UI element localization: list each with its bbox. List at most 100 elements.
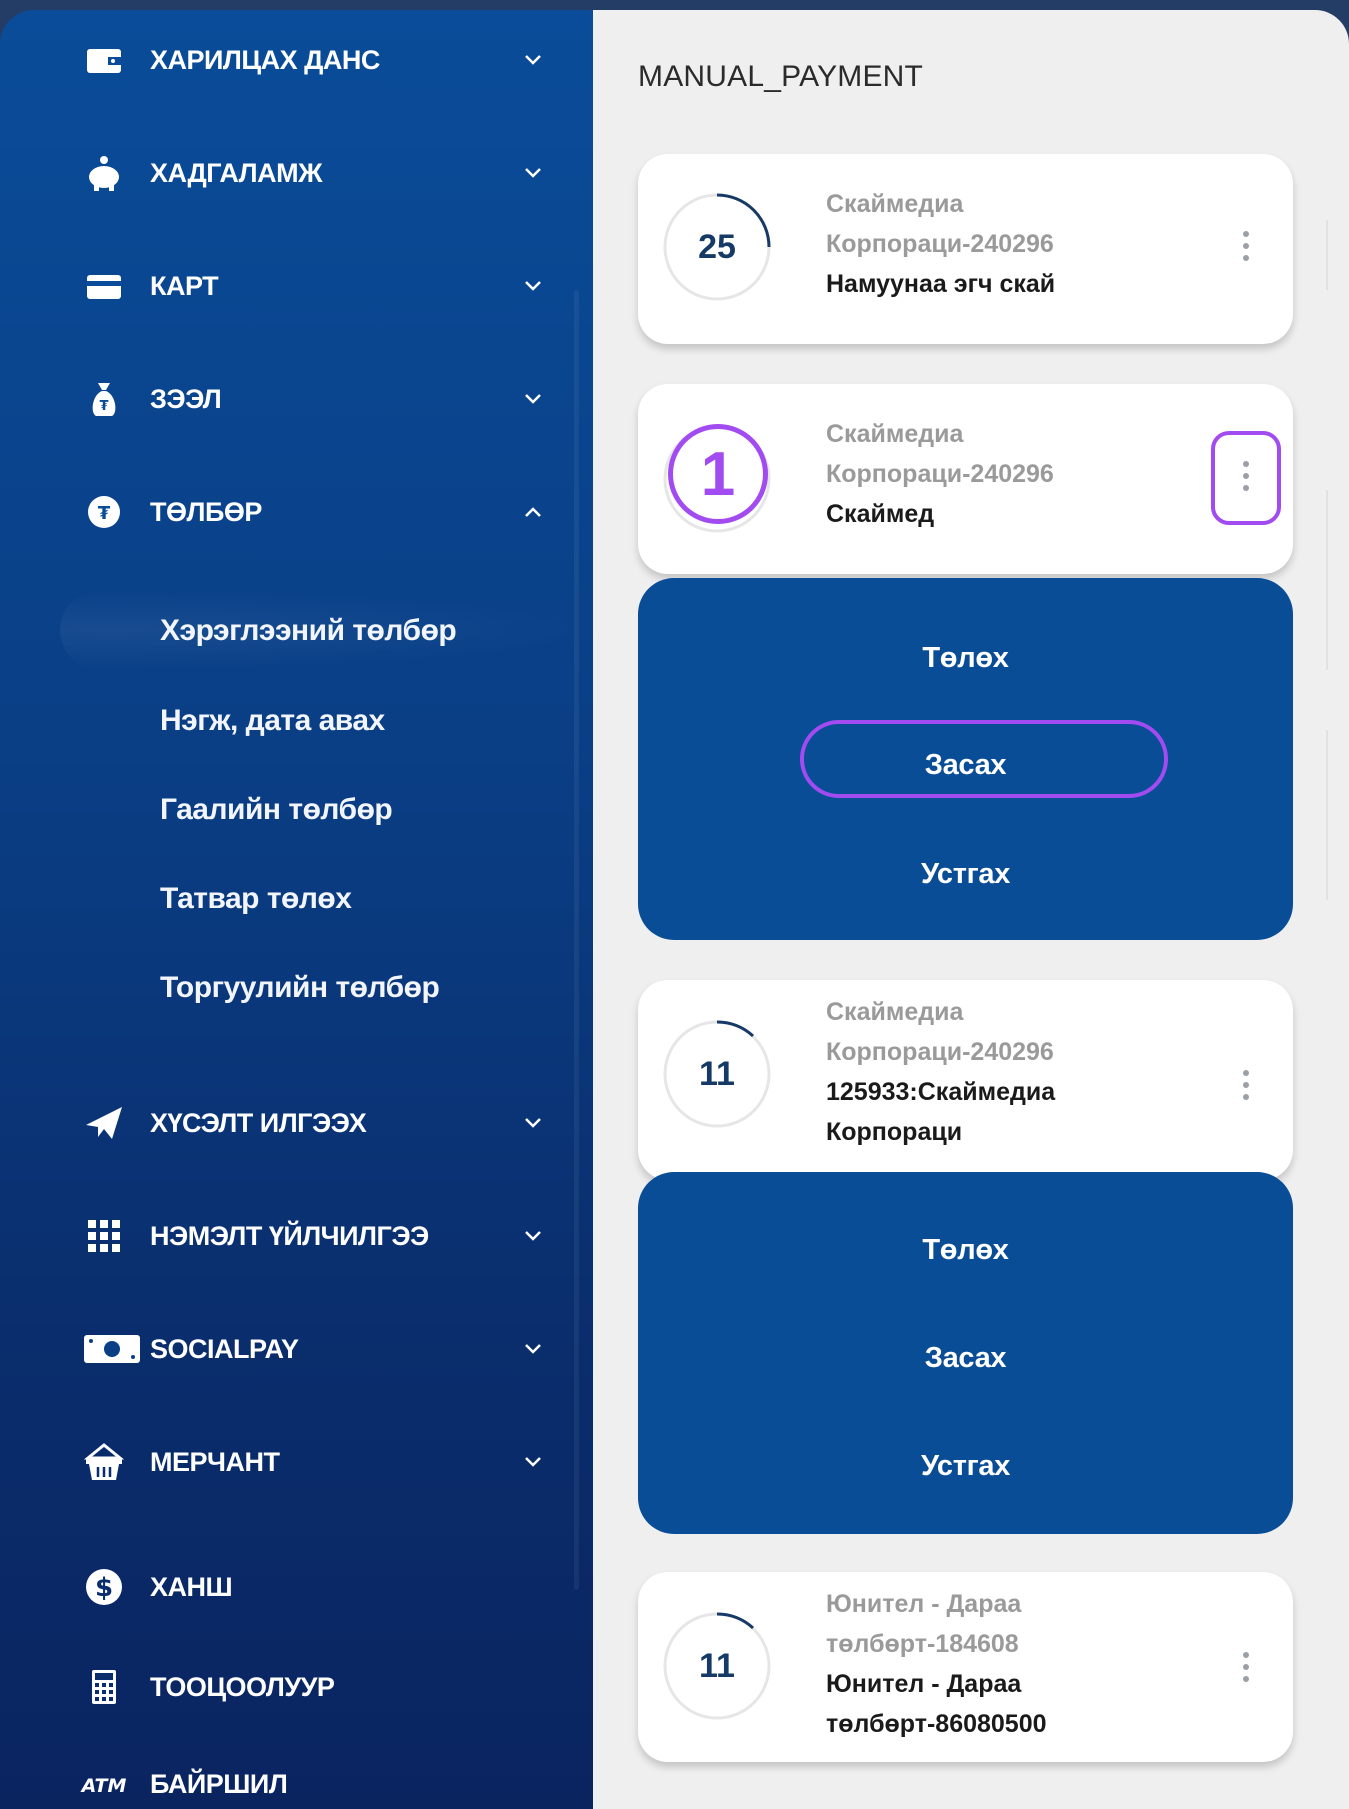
more-options-highlight <box>1211 431 1281 525</box>
main-content: MANUAL_PAYMENT 25 Скаймедиа Корпораци-24… <box>593 10 1349 1809</box>
app-window: ХАРИЛЦАХ ДАНС ХАДГАЛАМЖ КАРТ ₮ ЗЭЭЛ ₮ ТӨ… <box>0 10 1349 1809</box>
sub-item-top-up[interactable]: Нэгж, дата авах <box>160 704 385 738</box>
chevron-down-icon <box>520 1449 546 1475</box>
page-title: MANUAL_PAYMENT <box>638 60 924 93</box>
payment-name: 125933:Скаймедиа <box>826 1078 1056 1106</box>
card-text: Скаймедиа Корпораци-240296 Скаймед <box>826 414 1054 534</box>
sidebar-item-label: ЗЭЭЛ <box>150 383 222 414</box>
divider <box>1326 490 1330 670</box>
basket-icon <box>82 1440 126 1484</box>
badge-number: 11 <box>699 1646 735 1685</box>
cash-icon <box>78 1327 146 1371</box>
pay-button[interactable]: Төлөх <box>638 1220 1293 1280</box>
divider <box>1326 730 1330 900</box>
paper-plane-icon <box>82 1101 126 1145</box>
svg-text:ATM: ATM <box>80 1775 127 1797</box>
sub-item-fine-payment[interactable]: Торгуулийн төлбөр <box>160 971 440 1005</box>
sidebar-item-label: БАЙРШИЛ <box>150 1768 288 1799</box>
action-menu: Төлөх Засах Устгах <box>638 1172 1293 1534</box>
sidebar-item-label: ТООЦООЛУУР <box>150 1671 335 1702</box>
chevron-down-icon <box>520 1336 546 1362</box>
wallet-icon <box>82 38 126 82</box>
sidebar-item-label: ХАНШ <box>150 1571 233 1602</box>
provider-line: Корпораци-240296 <box>826 230 1054 258</box>
svg-text:$: $ <box>95 1573 113 1603</box>
chevron-down-icon <box>520 47 546 73</box>
card-text: Скаймедиа Корпораци-240296 125933:Скайме… <box>826 992 1055 1152</box>
svg-text:₮: ₮ <box>98 503 111 524</box>
sidebar-item-label: ХҮСЭЛТ ИЛГЭЭХ <box>150 1107 367 1138</box>
progress-ring: 11 <box>660 1017 774 1131</box>
divider <box>1326 220 1330 290</box>
payment-card[interactable]: 11 Юнител - Дараа төлбөрт-184608 Юнител … <box>638 1572 1293 1762</box>
edit-button[interactable]: Засах <box>638 1328 1293 1388</box>
pay-button[interactable]: Төлөх <box>638 628 1293 688</box>
chevron-up-icon <box>520 499 546 525</box>
provider-line: Корпораци-240296 <box>826 1038 1054 1066</box>
payment-coin-icon: ₮ <box>82 490 126 534</box>
chevron-down-icon <box>520 1223 546 1249</box>
more-options-icon[interactable] <box>1231 221 1261 271</box>
provider-line: төлбөрт-184608 <box>826 1630 1019 1658</box>
edit-button-highlight <box>800 720 1168 798</box>
progress-ring: 11 <box>660 1609 774 1723</box>
sub-item-customs-payment[interactable]: Гаалийн төлбөр <box>160 793 393 827</box>
sidebar-item-merchant[interactable]: МЕРЧАНТ <box>0 1422 593 1502</box>
grid-icon <box>82 1214 126 1258</box>
sub-item-utility-payment[interactable]: Хэрэглээний төлбөр <box>160 614 457 648</box>
sidebar-item-socialpay[interactable]: SOCIALPAY <box>0 1309 593 1389</box>
provider-line: Скаймедиа <box>826 420 964 448</box>
chevron-down-icon <box>520 1110 546 1136</box>
sidebar-item-payment[interactable]: ₮ ТӨЛБӨР <box>0 472 593 552</box>
sidebar-item-label: ХАДГАЛАМЖ <box>150 157 323 188</box>
atm-icon: ATM <box>78 1762 130 1806</box>
sidebar-item-send-request[interactable]: ХҮСЭЛТ ИЛГЭЭХ <box>0 1083 593 1163</box>
sidebar-item-loan[interactable]: ₮ ЗЭЭЛ <box>0 359 593 439</box>
payment-card[interactable]: 25 Скаймедиа Корпораци-240296 Намуунаа э… <box>638 154 1293 344</box>
svg-text:₮: ₮ <box>99 399 108 414</box>
card-icon <box>82 264 126 308</box>
sidebar-item-label: МЕРЧАНТ <box>150 1446 280 1477</box>
provider-line: Юнител - Дараа <box>826 1590 1022 1618</box>
payment-name: Намуунаа эгч скай <box>826 270 1056 298</box>
sidebar-item-label: КАРТ <box>150 270 219 301</box>
payment-name: Юнител - Дараа <box>826 1670 1022 1698</box>
piggy-bank-icon <box>82 151 126 195</box>
sub-item-tax-payment[interactable]: Татвар төлөх <box>160 882 352 916</box>
sidebar-item-calculator[interactable]: ТООЦООЛУУР <box>0 1647 593 1727</box>
progress-ring: 25 <box>660 190 774 304</box>
badge-number: 11 <box>699 1054 735 1093</box>
sidebar-item-savings[interactable]: ХАДГАЛАМЖ <box>0 133 593 213</box>
more-options-icon[interactable] <box>1231 1060 1261 1110</box>
card-text: Юнител - Дараа төлбөрт-184608 Юнител - Д… <box>826 1584 1047 1744</box>
provider-line: Скаймедиа <box>826 190 964 218</box>
delete-button[interactable]: Устгах <box>638 844 1293 904</box>
provider-line: Скаймедиа <box>826 998 964 1026</box>
payment-name: Корпораци <box>826 1118 963 1146</box>
sidebar-item-exchange-rate[interactable]: $ ХАНШ <box>0 1547 593 1627</box>
sidebar-item-current-account[interactable]: ХАРИЛЦАХ ДАНС <box>0 20 593 100</box>
delete-button[interactable]: Устгах <box>638 1436 1293 1496</box>
sidebar: ХАРИЛЦАХ ДАНС ХАДГАЛАМЖ КАРТ ₮ ЗЭЭЛ ₮ ТӨ… <box>0 10 593 1809</box>
payment-card[interactable]: 11 Скаймедиа Корпораци-240296 125933:Ска… <box>638 980 1293 1180</box>
sidebar-item-label: НЭМЭЛТ ҮЙЛЧИЛГЭЭ <box>150 1220 429 1251</box>
sidebar-item-label: SOCIALPAY <box>150 1333 299 1364</box>
sidebar-item-label: ТӨЛБӨР <box>150 496 262 527</box>
chevron-down-icon <box>520 386 546 412</box>
sidebar-item-label: ХАРИЛЦАХ ДАНС <box>150 44 380 75</box>
dollar-icon: $ <box>82 1565 126 1609</box>
badge-number: 25 <box>698 227 736 266</box>
step-marker: 1 <box>668 424 768 524</box>
sidebar-item-location[interactable]: ATM БАЙРШИЛ <box>0 1744 593 1809</box>
card-text: Скаймедиа Корпораци-240296 Намуунаа эгч … <box>826 184 1055 304</box>
sidebar-item-card[interactable]: КАРТ <box>0 246 593 326</box>
chevron-down-icon <box>520 273 546 299</box>
sidebar-item-additional-services[interactable]: НЭМЭЛТ ҮЙЛЧИЛГЭЭ <box>0 1196 593 1276</box>
payment-name: Скаймед <box>826 500 935 528</box>
more-options-icon[interactable] <box>1231 1642 1261 1692</box>
provider-line: Корпораци-240296 <box>826 460 1054 488</box>
money-bag-icon: ₮ <box>82 377 126 421</box>
chevron-down-icon <box>520 160 546 186</box>
payment-name: төлбөрт-86080500 <box>826 1710 1047 1738</box>
calculator-icon <box>82 1665 126 1709</box>
